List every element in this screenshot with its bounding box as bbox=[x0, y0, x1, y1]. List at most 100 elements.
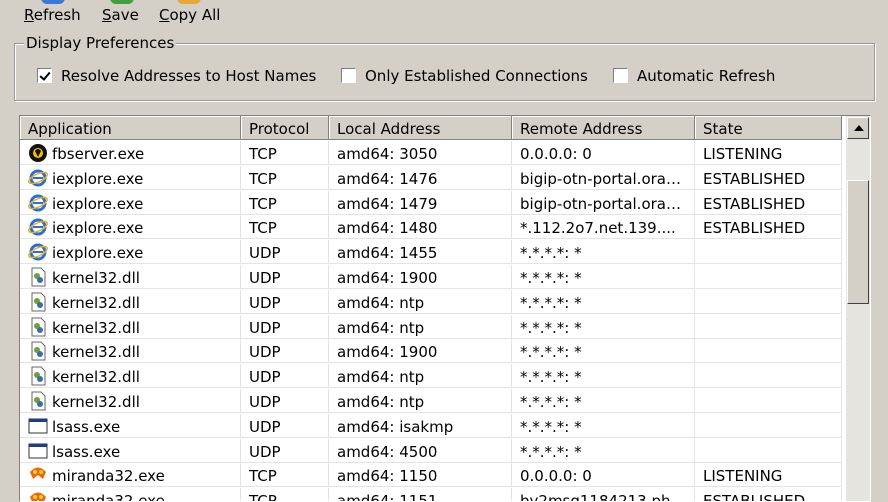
column-header-protocol[interactable]: Protocol bbox=[241, 116, 329, 140]
cell-protocol: UDP bbox=[241, 389, 329, 413]
application-name: kernel32.dll bbox=[52, 343, 140, 362]
cell-application: lsass.exe bbox=[20, 413, 241, 438]
table-row[interactable]: lsass.exe UDP amd64: isakmp *.*.*.*: * bbox=[20, 413, 842, 439]
cell-local-address: amd64: 1476 bbox=[329, 165, 512, 190]
automatic-refresh-box[interactable] bbox=[613, 68, 628, 83]
column-header-local-address[interactable]: Local Address bbox=[329, 116, 512, 140]
resolve-hostnames-label: Resolve Addresses to Host Names bbox=[61, 67, 317, 85]
table-row[interactable]: kernel32.dll UDP amd64: ntp *.*.*.*: * bbox=[20, 389, 842, 414]
dll-icon bbox=[28, 317, 48, 337]
dll-icon bbox=[28, 341, 48, 361]
application-name: miranda32.exe bbox=[52, 467, 165, 486]
cell-state: LISTENING bbox=[695, 463, 842, 488]
cell-remote-address: *.*.*.*: * bbox=[512, 389, 695, 413]
cell-protocol: UDP bbox=[241, 265, 329, 289]
cell-local-address: amd64: 1479 bbox=[329, 190, 512, 215]
cell-protocol: TCP bbox=[241, 463, 329, 488]
cell-remote-address: 0.0.0.0: 0 bbox=[512, 463, 695, 488]
table-row[interactable]: kernel32.dll UDP amd64: 1900 *.*.*.*: * bbox=[20, 339, 842, 364]
cell-application: fbserver.exe bbox=[20, 141, 241, 165]
table-row[interactable]: iexplore.exe TCP amd64: 1476 bigip-otn-port… bbox=[20, 165, 842, 191]
application-name: iexplore.exe bbox=[52, 244, 144, 263]
display-preferences-title: Display Preferences bbox=[24, 34, 177, 52]
cell-remote-address: *.*.*.*: * bbox=[512, 413, 695, 438]
cell-application: iexplore.exe bbox=[20, 240, 241, 265]
only-established-box[interactable] bbox=[341, 68, 356, 83]
column-header-state[interactable]: State bbox=[695, 116, 842, 140]
cell-protocol: UDP bbox=[241, 240, 329, 265]
application-name: miranda32.exe bbox=[52, 492, 165, 502]
cell-state bbox=[695, 265, 842, 289]
application-name: iexplore.exe bbox=[52, 219, 144, 238]
table-row[interactable]: iexplore.exe TCP amd64: 1479 bigip-otn-port… bbox=[20, 190, 842, 216]
toolbar: Refresh Save Copy All bbox=[0, 0, 888, 30]
application-name: lsass.exe bbox=[52, 417, 121, 436]
cell-remote-address: *.112.2o7.net.139.... bbox=[512, 215, 695, 240]
automatic-refresh-label: Automatic Refresh bbox=[637, 67, 776, 85]
cell-protocol: UDP bbox=[241, 438, 329, 463]
cell-state bbox=[695, 389, 842, 413]
firebird-icon bbox=[28, 143, 48, 163]
table-row[interactable]: kernel32.dll UDP amd64: ntp *.*.*.*: * bbox=[20, 364, 842, 389]
table-row[interactable]: iexplore.exe UDP amd64: 1455 *.*.*.*: * bbox=[20, 240, 842, 265]
cell-state bbox=[695, 339, 842, 364]
cell-state bbox=[695, 364, 842, 389]
cell-local-address: amd64: 4500 bbox=[329, 438, 512, 463]
vertical-scrollbar[interactable] bbox=[846, 116, 870, 501]
scroll-thumb[interactable] bbox=[847, 180, 869, 304]
cell-remote-address: 0.0.0.0: 0 bbox=[512, 141, 695, 165]
cell-protocol: TCP bbox=[241, 165, 329, 190]
cell-application: lsass.exe bbox=[20, 438, 241, 463]
application-name: kernel32.dll bbox=[52, 293, 140, 312]
cell-local-address: amd64: ntp bbox=[329, 389, 512, 413]
cell-state: LISTENING bbox=[695, 141, 842, 165]
column-header-remote-address[interactable]: Remote Address bbox=[512, 116, 695, 140]
application-name: kernel32.dll bbox=[52, 269, 140, 287]
cell-state bbox=[695, 314, 842, 339]
cell-state bbox=[695, 240, 842, 265]
save-button[interactable]: Save bbox=[102, 0, 142, 30]
cell-protocol: UDP bbox=[241, 314, 329, 339]
ie-icon bbox=[28, 242, 48, 262]
copy-all-button[interactable]: Copy All bbox=[159, 0, 220, 30]
application-name: fbserver.exe bbox=[52, 145, 145, 163]
cell-protocol: TCP bbox=[241, 141, 329, 165]
cell-application: kernel32.dll bbox=[20, 314, 241, 339]
cell-state bbox=[695, 413, 842, 438]
cell-remote-address: bigip-otn-portal.oracl... bbox=[512, 190, 695, 215]
table-row[interactable]: miranda32.exe TCP amd64: 1150 0.0.0.0: 0 LIS… bbox=[20, 463, 842, 488]
cell-application: miranda32.exe bbox=[20, 463, 241, 488]
cell-remote-address: *.*.*.*: * bbox=[512, 339, 695, 364]
table-row[interactable]: lsass.exe UDP amd64: 4500 *.*.*.*: * bbox=[20, 438, 842, 464]
window-icon bbox=[28, 441, 48, 461]
miranda-icon bbox=[28, 490, 48, 501]
scroll-up-button[interactable] bbox=[847, 117, 869, 139]
cell-remote-address: *.*.*.*: * bbox=[512, 438, 695, 463]
cell-state bbox=[695, 438, 842, 463]
table-row[interactable]: kernel32.dll UDP amd64: ntp *.*.*.*: * bbox=[20, 314, 842, 340]
cell-local-address: amd64: 3050 bbox=[329, 141, 512, 165]
table-row[interactable]: kernel32.dll UDP amd64: 1900 *.*.*.*: * bbox=[20, 265, 842, 290]
only-established-label: Only Established Connections bbox=[365, 67, 588, 85]
table-row[interactable]: fbserver.exe TCP amd64: 3050 0.0.0.0: 0 LIST… bbox=[20, 141, 842, 166]
table-row[interactable]: iexplore.exe TCP amd64: 1480 *.112.2o7.net.… bbox=[20, 215, 842, 240]
cell-application: kernel32.dll bbox=[20, 289, 241, 314]
cell-state bbox=[695, 289, 842, 314]
resolve-hostnames-box[interactable] bbox=[37, 68, 52, 83]
cell-application: iexplore.exe bbox=[20, 215, 241, 240]
refresh-button[interactable]: Refresh bbox=[24, 0, 82, 30]
table-row[interactable]: kernel32.dll UDP amd64: ntp *.*.*.*: * bbox=[20, 289, 842, 315]
cell-protocol: UDP bbox=[241, 289, 329, 314]
application-name: kernel32.dll bbox=[52, 368, 140, 387]
cell-application: iexplore.exe bbox=[20, 165, 241, 190]
column-header-application[interactable]: Application bbox=[20, 116, 241, 140]
cell-application: kernel32.dll bbox=[20, 364, 241, 389]
cell-application: kernel32.dll bbox=[20, 339, 241, 364]
cell-local-address: amd64: 1900 bbox=[329, 339, 512, 364]
connections-list[interactable]: Application Protocol Local Address Remot… bbox=[19, 115, 871, 502]
copy-icon bbox=[177, 0, 201, 4]
cell-local-address: amd64: 1455 bbox=[329, 240, 512, 265]
dll-icon bbox=[28, 391, 48, 411]
cell-local-address: amd64: 1150 bbox=[329, 463, 512, 488]
cell-protocol: UDP bbox=[241, 364, 329, 389]
